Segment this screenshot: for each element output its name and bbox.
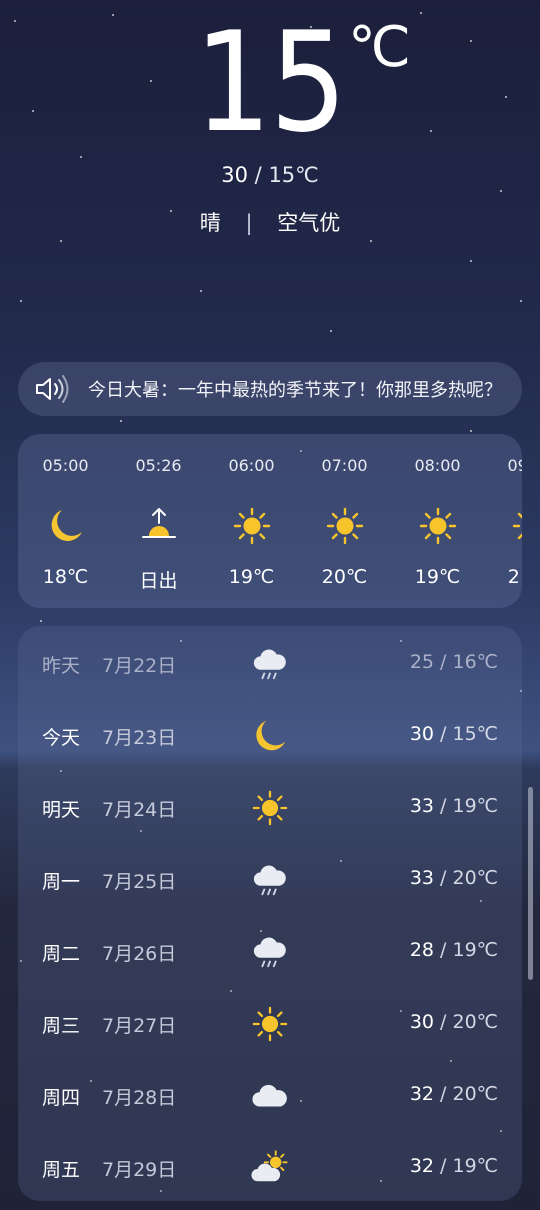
hourly-time: 08:00 xyxy=(414,456,461,475)
daily-row[interactable]: 今天 7月23日 30 / 15℃ xyxy=(18,699,522,771)
moon-icon xyxy=(251,717,289,755)
hourly-temp: 日出 xyxy=(139,570,178,592)
day-low: 20℃ xyxy=(452,867,498,889)
rain-cloud-icon xyxy=(251,933,289,971)
partly-cloudy-icon xyxy=(251,1149,289,1187)
sun-icon xyxy=(511,506,522,546)
hourly-time: 05:26 xyxy=(135,456,182,475)
day-low: 20℃ xyxy=(452,1011,498,1033)
day-high: 32 xyxy=(409,1155,434,1177)
hourly-temp: 19℃ xyxy=(414,566,461,588)
condition-separator: | xyxy=(245,211,253,235)
day-name: 昨天 xyxy=(42,655,81,677)
day-low: 19℃ xyxy=(452,795,498,817)
today-temp-range: 30 / 15℃ xyxy=(221,163,319,187)
day-high: 30 xyxy=(409,723,434,745)
daily-row[interactable]: 周一 7月25日 33 / 20℃ xyxy=(18,843,522,915)
day-temp-range: 25 / 16℃ xyxy=(409,651,498,673)
day-name: 周五 xyxy=(42,1159,81,1181)
day-date: 7月29日 xyxy=(102,1159,177,1181)
day-high: 33 xyxy=(409,795,434,817)
moon-icon xyxy=(46,506,86,546)
day-date: 7月22日 xyxy=(102,655,177,677)
sun-icon xyxy=(251,789,289,827)
today-low: 15℃ xyxy=(268,163,319,187)
hourly-item: 09:00 21℃ xyxy=(484,434,522,608)
daily-row[interactable]: 明天 7月24日 33 / 19℃ xyxy=(18,771,522,843)
hourly-item: 05:26 日出 xyxy=(112,434,205,608)
day-low: 16℃ xyxy=(452,651,498,673)
day-low: 15℃ xyxy=(452,723,498,745)
hourly-temp: 19℃ xyxy=(228,566,275,588)
weather-notice-banner[interactable]: 今日大暑：一年中最热的季节来了！你那里多热呢？ xyxy=(18,362,522,416)
notice-text: 今日大暑：一年中最热的季节来了！你那里多热呢？ xyxy=(88,380,502,401)
daily-row[interactable]: 周五 7月29日 32 / 19℃ xyxy=(18,1131,522,1201)
weather-condition: 晴 xyxy=(199,211,221,235)
day-name: 明天 xyxy=(42,799,81,821)
day-date: 7月24日 xyxy=(102,799,177,821)
current-temperature: 15 xyxy=(194,2,347,163)
day-name: 周三 xyxy=(42,1015,81,1037)
daily-row[interactable]: 昨天 7月22日 25 / 16℃ xyxy=(18,627,522,699)
day-low: 20℃ xyxy=(452,1083,498,1105)
day-temp-range: 30 / 15℃ xyxy=(409,723,498,745)
day-low: 19℃ xyxy=(452,1155,498,1177)
day-name: 周一 xyxy=(42,871,81,893)
hourly-item: 06:00 19℃ xyxy=(205,434,298,608)
day-temp-range: 33 / 19℃ xyxy=(409,795,498,817)
cloud-icon xyxy=(251,1077,289,1115)
day-date: 7月27日 xyxy=(102,1015,177,1037)
day-high: 28 xyxy=(409,939,434,961)
hourly-time: 05:00 xyxy=(42,456,89,475)
day-temp-range: 33 / 20℃ xyxy=(409,867,498,889)
hourly-time: 09:00 xyxy=(507,456,522,475)
hourly-temp: 21℃ xyxy=(507,566,522,588)
daily-forecast[interactable]: 昨天 7月22日 25 / 16℃ 今天 7月23日 30 / 15℃ 明天 7月2… xyxy=(18,626,522,1201)
hourly-item: 08:00 19℃ xyxy=(391,434,484,608)
temperature-unit: ℃ xyxy=(348,15,411,80)
day-date: 7月25日 xyxy=(102,871,177,893)
hourly-time: 06:00 xyxy=(228,456,275,475)
day-temp-range: 28 / 19℃ xyxy=(409,939,498,961)
day-low: 19℃ xyxy=(452,939,498,961)
today-high: 30 xyxy=(221,163,248,187)
day-name: 今天 xyxy=(42,727,81,749)
hourly-forecast[interactable]: 05:00 18℃ 05:26 日出 06:00 19℃ 07:00 20℃ 08:00… xyxy=(18,434,522,608)
air-quality[interactable]: 空气优 xyxy=(277,211,340,235)
day-date: 7月26日 xyxy=(102,943,177,965)
daily-row[interactable]: 周四 7月28日 32 / 20℃ xyxy=(18,1059,522,1131)
day-date: 7月28日 xyxy=(102,1087,177,1109)
hourly-time: 07:00 xyxy=(321,456,368,475)
scrollbar[interactable] xyxy=(528,787,533,980)
day-date: 7月23日 xyxy=(102,727,177,749)
rain-cloud-icon xyxy=(251,861,289,899)
rain-cloud-icon xyxy=(251,645,289,683)
condition-line: 晴 | 空气优 xyxy=(0,207,540,237)
hourly-temp: 20℃ xyxy=(321,566,368,588)
sun-icon xyxy=(251,1005,289,1043)
hourly-item: 05:00 18℃ xyxy=(19,434,112,608)
sun-icon xyxy=(418,506,458,546)
hourly-temp: 18℃ xyxy=(42,566,89,588)
day-high: 32 xyxy=(409,1083,434,1105)
speaker-icon[interactable] xyxy=(34,374,72,404)
daily-row[interactable]: 周三 7月27日 30 / 20℃ xyxy=(18,987,522,1059)
day-high: 30 xyxy=(409,1011,434,1033)
hourly-item: 07:00 20℃ xyxy=(298,434,391,608)
day-temp-range: 30 / 20℃ xyxy=(409,1011,498,1033)
day-temp-range: 32 / 20℃ xyxy=(409,1083,498,1105)
sun-icon xyxy=(325,506,365,546)
day-high: 25 xyxy=(409,651,434,673)
sun-icon xyxy=(232,506,272,546)
day-high: 33 xyxy=(409,867,434,889)
day-name: 周四 xyxy=(42,1087,81,1109)
daily-row[interactable]: 周二 7月26日 28 / 19℃ xyxy=(18,915,522,987)
sunrise-icon xyxy=(139,506,179,546)
day-temp-range: 32 / 19℃ xyxy=(409,1155,498,1177)
day-name: 周二 xyxy=(42,943,81,965)
